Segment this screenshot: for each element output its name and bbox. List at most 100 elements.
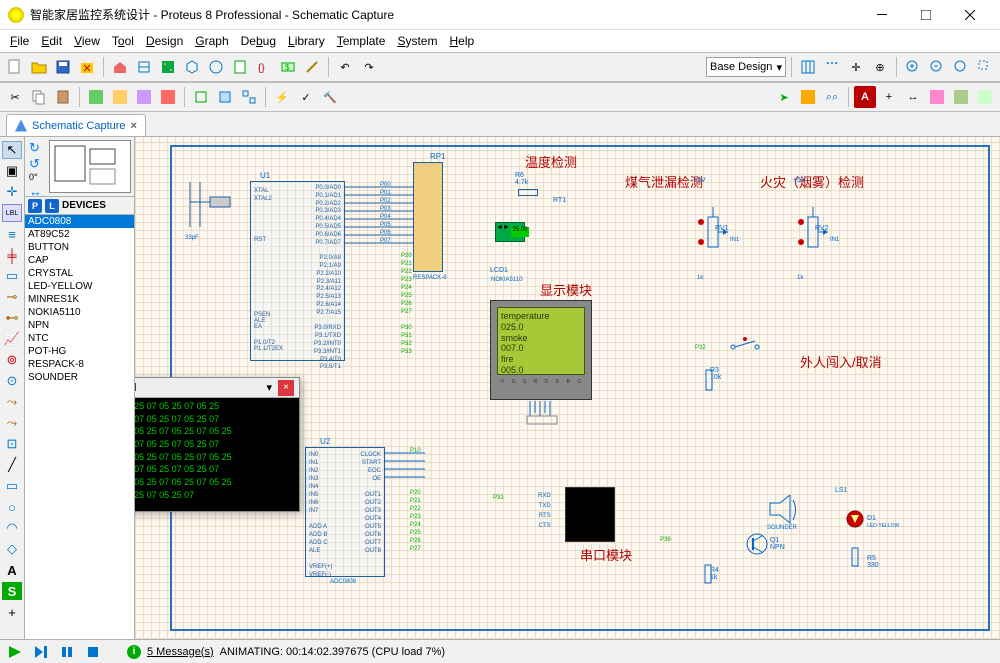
tab-close-icon[interactable]: × — [131, 120, 137, 132]
component-button[interactable] — [725, 337, 765, 357]
instrument-tool[interactable]: ⊡ — [2, 435, 22, 453]
stop-button[interactable] — [83, 643, 103, 661]
component-r5[interactable] — [850, 545, 860, 570]
block-copy-icon[interactable] — [85, 86, 107, 108]
part-item[interactable]: MINRES1K — [25, 293, 134, 306]
terminal-tool[interactable]: ⊸ — [2, 288, 22, 306]
component-tool[interactable]: ▣ — [2, 162, 22, 180]
plus-tool[interactable]: + — [2, 603, 22, 621]
terminal-header[interactable]: Virtual Terminal ▾ × — [135, 378, 299, 398]
schematic-icon[interactable] — [133, 56, 155, 78]
undo-icon[interactable]: ↶ — [334, 56, 356, 78]
wand-icon[interactable] — [301, 56, 323, 78]
block-move-icon[interactable] — [109, 86, 131, 108]
box-tool[interactable]: ▭ — [2, 477, 22, 495]
decomp-icon[interactable] — [238, 86, 260, 108]
maximize-button[interactable] — [904, 0, 948, 30]
component-r6[interactable] — [513, 189, 543, 201]
part-item[interactable]: AT89C52 — [25, 228, 134, 241]
menu-view[interactable]: View — [68, 32, 106, 50]
component-u2[interactable]: IN0IN1IN2IN3IN4IN5IN6IN7ADD AADD BADD CA… — [305, 447, 385, 577]
component-r4[interactable] — [703, 562, 713, 587]
menu-library[interactable]: Library — [282, 32, 331, 50]
probe-v-tool[interactable]: ⤳ — [2, 393, 22, 411]
center-icon[interactable]: ⊕ — [869, 56, 891, 78]
terminal-close-icon[interactable]: × — [278, 380, 294, 396]
tab-schematic[interactable]: Schematic Capture × — [6, 114, 146, 136]
arc-tool[interactable]: ◠ — [2, 519, 22, 537]
rotate-ccw-icon[interactable]: ↺ — [29, 156, 45, 170]
step-button[interactable] — [31, 643, 51, 661]
sheet-icon[interactable] — [797, 86, 819, 108]
gen-tool[interactable]: ⊙ — [2, 372, 22, 390]
text-tool[interactable]: ≡ — [2, 225, 22, 243]
component-lcd[interactable]: temperature 025.0 smoke 007.0 fire 005.0… — [490, 300, 592, 400]
pin-tool[interactable]: ⊷ — [2, 309, 22, 327]
new-button[interactable] — [4, 56, 26, 78]
hammer-icon[interactable]: 🔨 — [319, 86, 341, 108]
line-tool[interactable]: ╱ — [2, 456, 22, 474]
menu-help[interactable]: Help — [443, 32, 480, 50]
copy-icon[interactable] — [28, 86, 50, 108]
paste-icon[interactable] — [52, 86, 74, 108]
binoculars-icon[interactable]: ⌕⌕ — [821, 86, 843, 108]
component-rv2[interactable] — [793, 207, 833, 257]
minimize-button[interactable] — [860, 0, 904, 30]
part-item[interactable]: SOUNDER — [25, 371, 134, 384]
drc-icon[interactable]: ✓ — [295, 86, 317, 108]
select-tool[interactable]: ↖ — [2, 141, 22, 159]
block-del-icon[interactable] — [157, 86, 179, 108]
circle-tool[interactable]: ○ — [2, 498, 22, 516]
close-button[interactable] — [948, 0, 992, 30]
menu-file[interactable]: File — [4, 32, 35, 50]
3d-icon[interactable] — [181, 56, 203, 78]
info-icon[interactable]: i — [127, 645, 141, 659]
menu-graph[interactable]: Graph — [189, 32, 234, 50]
schematic-canvas[interactable]: 温度检测 煤气泄漏检测 火灾（烟雾）检测 显示模块 外人闯入/取消 串口模块 U… — [135, 137, 1000, 639]
bus-tool[interactable]: ╪ — [2, 246, 22, 264]
path-tool[interactable]: ◇ — [2, 540, 22, 558]
serial-display[interactable] — [565, 487, 615, 542]
crystal-block[interactable]: 33pF — [185, 177, 240, 237]
zoomout-icon[interactable] — [926, 56, 948, 78]
component-rv1[interactable] — [693, 207, 733, 257]
code-icon[interactable]: {} — [253, 56, 275, 78]
symbol-tool[interactable]: S — [2, 582, 22, 600]
play-button[interactable] — [5, 643, 25, 661]
rotate-cw-icon[interactable]: ↻ — [29, 140, 45, 154]
probe-i-tool[interactable]: ⤳ — [2, 414, 22, 432]
menu-design[interactable]: Design — [140, 32, 189, 50]
graph-tool[interactable]: 📈 — [2, 330, 22, 348]
part-item[interactable]: LED-YELLOW — [25, 280, 134, 293]
menu-tool[interactable]: Tool — [106, 32, 140, 50]
make-icon[interactable] — [214, 86, 236, 108]
component-d1[interactable] — [845, 509, 865, 534]
pick-icon[interactable] — [190, 86, 212, 108]
label-tool[interactable]: LBL — [2, 204, 22, 222]
cut-icon[interactable]: ✂ — [4, 86, 26, 108]
ref-arrow-icon[interactable]: ↔ — [902, 86, 924, 108]
part-item[interactable]: NOKIA5110 — [25, 306, 134, 319]
save-button[interactable] — [52, 56, 74, 78]
redo-icon[interactable]: ↷ — [358, 56, 380, 78]
virtual-terminal-window[interactable]: Virtual Terminal ▾ × 25 07 05 25 07 05 2… — [135, 377, 300, 512]
subcircuit-tool[interactable]: ▭ — [2, 267, 22, 285]
component-u1[interactable]: P0.0/AD0P0.1/AD1P0.2/AD2P0.3/AD3P0.4/AD4… — [250, 181, 345, 361]
overview-preview[interactable] — [49, 140, 131, 193]
menu-system[interactable]: System — [391, 32, 443, 50]
grid2-icon[interactable] — [821, 56, 843, 78]
money-icon[interactable]: $ — [277, 56, 299, 78]
part-item[interactable]: BUTTON — [25, 241, 134, 254]
pcb-icon[interactable] — [157, 56, 179, 78]
component-r3[interactable] — [703, 365, 715, 395]
arrow-icon[interactable]: ➤ — [773, 86, 795, 108]
part-item[interactable]: RESPACK-8 — [25, 358, 134, 371]
pick-icon[interactable]: P — [28, 199, 42, 213]
part-item[interactable]: CAP — [25, 254, 134, 267]
part-item[interactable]: ADC0808 — [25, 215, 134, 228]
ref-A-icon[interactable]: A — [854, 86, 876, 108]
component-ls1[interactable] — [765, 495, 805, 525]
lib-icon[interactable]: L — [45, 199, 59, 213]
net-icon[interactable] — [974, 86, 996, 108]
ref-plus-icon[interactable]: + — [878, 86, 900, 108]
